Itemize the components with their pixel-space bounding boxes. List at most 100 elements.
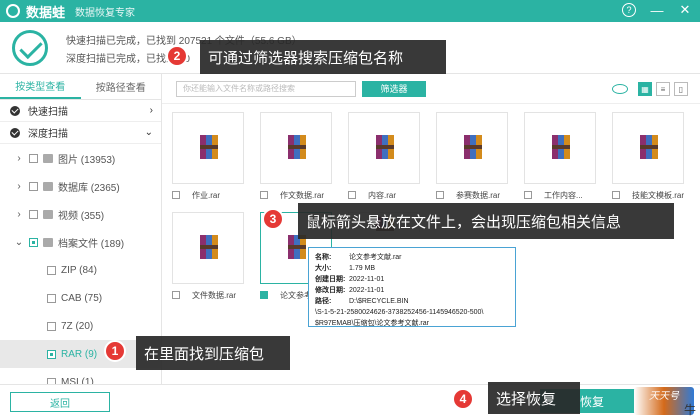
search-input[interactable]: 你还能输入文件名称或路径搜索 <box>176 80 356 97</box>
filter-button[interactable]: 筛选器 <box>362 80 426 97</box>
checkbox[interactable] <box>348 191 356 199</box>
file-item[interactable]: 工作内容... <box>524 188 614 202</box>
expand-arrow-icon[interactable]: › <box>14 209 24 220</box>
file-name: 工作内容... <box>544 190 583 200</box>
annotation-3-badge: 3 <box>262 208 284 230</box>
expand-arrow-icon[interactable]: › <box>14 181 24 192</box>
check-icon <box>10 127 20 138</box>
app-logo-icon <box>6 4 20 18</box>
annotation-3-callout: 鼠标箭头悬放在文件上，会出现压缩包相关信息 <box>298 203 674 239</box>
quick-scan-row[interactable]: 快速扫描 › <box>0 100 161 122</box>
file-thumbnail[interactable] <box>348 112 420 184</box>
tooltip-name: 论文参考文献.rar <box>349 254 402 261</box>
checkbox[interactable] <box>29 153 38 163</box>
back-button[interactable]: 返回 <box>10 392 110 412</box>
window-controls: ? — ✕ <box>622 2 692 18</box>
checkbox[interactable] <box>612 191 620 199</box>
tree-item-label: 数据库 (2365) <box>58 182 120 194</box>
database-icon <box>43 181 53 191</box>
tree-item-zip[interactable]: ZIP (84) <box>0 256 161 284</box>
checkbox[interactable] <box>47 321 56 331</box>
collapse-arrow-icon[interactable]: ⌄ <box>14 237 24 248</box>
tooltip-modified: 2022-11-01 <box>349 287 385 294</box>
file-thumbnail[interactable] <box>524 112 596 184</box>
tab-by-path[interactable]: 按路径查看 <box>81 74 162 99</box>
tab-by-type[interactable]: 按类型查看 <box>0 74 81 99</box>
file-name: 作业.rar <box>192 190 220 200</box>
file-thumbnail[interactable] <box>436 112 508 184</box>
rar-archive-icon <box>200 135 218 159</box>
watermark-char: 牛 <box>683 403 696 416</box>
checkbox[interactable] <box>29 237 38 247</box>
tree-item-label: CAB (75) <box>61 292 103 304</box>
close-button[interactable]: ✕ <box>678 2 692 17</box>
checkbox[interactable] <box>47 265 56 275</box>
tooltip-path-cont: $R97EMAB\压缩包\论文参考文献.rar <box>315 320 429 327</box>
chevron-right-icon: › <box>149 105 153 116</box>
rar-archive-icon <box>640 135 658 159</box>
file-thumbnail[interactable] <box>172 112 244 184</box>
checkbox[interactable] <box>436 191 444 199</box>
file-name: 技能文模板.rar <box>632 190 684 200</box>
help-button[interactable]: ? <box>622 3 636 17</box>
bottom-bar: 返回 恢复 天天号 牛 <box>0 384 700 416</box>
file-name: 参赛数据.rar <box>456 190 500 200</box>
tree-item-database[interactable]: › 数据库 (2365) <box>0 172 161 200</box>
file-thumbnail[interactable] <box>612 112 684 184</box>
deep-scan-row[interactable]: 深度扫描 ⌄ <box>0 122 161 144</box>
checkbox-checked[interactable] <box>260 291 268 299</box>
file-thumbnail[interactable] <box>260 112 332 184</box>
checkbox[interactable] <box>524 191 532 199</box>
rar-archive-icon <box>288 135 306 159</box>
tooltip-created: 2022-11-01 <box>349 276 385 283</box>
rar-archive-icon <box>464 135 482 159</box>
annotation-2-badge: 2 <box>166 45 188 67</box>
tree-item-label: 图片 (13953) <box>58 154 116 166</box>
chevron-down-icon: ⌄ <box>144 127 153 138</box>
expand-arrow-icon[interactable]: › <box>14 153 24 164</box>
list-view-button[interactable]: ≡ <box>656 82 670 96</box>
title-bar: 数据蛙 数据恢复专家 ? — ✕ <box>0 0 700 22</box>
file-item[interactable]: 作业.rar <box>172 188 262 202</box>
deep-scan-label: 深度扫描 <box>28 129 68 140</box>
annotation-4-callout: 选择恢复 <box>488 382 580 414</box>
view-mode-tabs: 按类型查看 按路径查看 <box>0 74 161 100</box>
file-item[interactable]: 技能文模板.rar <box>612 188 700 202</box>
tree-item-images[interactable]: › 图片 (13953) <box>0 144 161 172</box>
checkbox[interactable] <box>47 293 56 303</box>
tree-item-cab[interactable]: CAB (75) <box>0 284 161 312</box>
video-icon <box>43 209 53 219</box>
file-item[interactable]: 文件数据.rar <box>172 288 262 302</box>
checkbox[interactable] <box>260 191 268 199</box>
grid-view-button[interactable]: ▦ <box>638 82 652 96</box>
file-name: 内容.rar <box>368 190 396 200</box>
file-name: 文件数据.rar <box>192 290 236 300</box>
checkbox[interactable] <box>172 191 180 199</box>
tooltip-path-cont: \S-1-5-21-2580024626-3738252456-11459465… <box>315 309 484 316</box>
tooltip-size: 1.79 MB <box>349 265 376 272</box>
rar-archive-icon <box>376 135 394 159</box>
check-icon <box>10 105 20 116</box>
view-controls: ▦ ≡ ▯ <box>612 82 688 96</box>
file-thumbnail[interactable] <box>172 212 244 284</box>
checkbox[interactable] <box>29 181 38 191</box>
checkbox[interactable] <box>47 349 56 359</box>
image-folder-icon <box>43 153 53 163</box>
checkbox[interactable] <box>29 209 38 219</box>
tree-item-archives[interactable]: ⌄ 档案文件 (189) <box>0 228 161 256</box>
annotation-1-callout: 在里面找到压缩包 <box>136 336 290 370</box>
file-item[interactable]: 内容.rar <box>348 188 438 202</box>
checkbox[interactable] <box>172 291 180 299</box>
scan-complete-check-icon <box>12 30 48 66</box>
minimize-button[interactable]: — <box>650 3 664 18</box>
preview-eye-icon[interactable] <box>612 84 628 94</box>
tree-item-video[interactable]: › 视频 (355) <box>0 200 161 228</box>
detail-view-button[interactable]: ▯ <box>674 82 688 96</box>
annotation-4-badge: 4 <box>452 388 474 410</box>
file-item[interactable]: 作文数据.rar <box>260 188 350 202</box>
tree-item-label: 档案文件 (189) <box>58 238 125 250</box>
tree-item-label: 视频 (355) <box>58 210 105 222</box>
annotation-1-badge: 1 <box>104 340 126 362</box>
file-item[interactable]: 参赛数据.rar <box>436 188 526 202</box>
file-name: 作文数据.rar <box>280 190 324 200</box>
